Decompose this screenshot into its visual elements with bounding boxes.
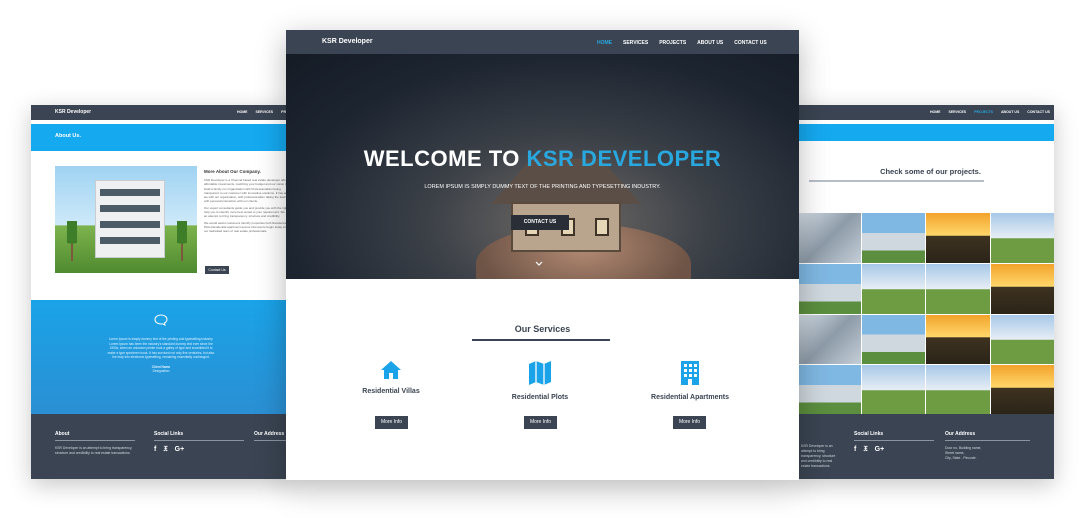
mockup-stage: KSR Developer HOME SERVICES PROJ About U… <box>0 0 1091 518</box>
about-paragraph: We would assist customers identify prope… <box>204 220 289 234</box>
twitter-icon[interactable]: 𝔛 <box>863 446 867 454</box>
hero-title: WELCOME TO KSR DEVELOPER <box>286 146 799 172</box>
project-thumbnail[interactable] <box>990 263 1054 314</box>
navbar: KSR Developer HOME SERVICES PROJ <box>31 105 291 120</box>
service-card-villas: Residential Villas <box>331 360 451 395</box>
project-thumbnail[interactable] <box>861 263 925 314</box>
map-icon <box>529 361 551 385</box>
nav-item-services[interactable]: SERVICES <box>256 110 274 114</box>
page-title-band: About Us. <box>31 124 291 151</box>
projects-gallery <box>797 213 1054 415</box>
footer-about-text: KSR Developer is an attempt to bring tra… <box>801 444 836 468</box>
nav-menu: HOME SERVICES PROJ <box>237 110 291 114</box>
facebook-icon[interactable]: f <box>154 446 156 454</box>
project-thumbnail[interactable] <box>926 365 990 415</box>
about-heading: More About Our Company. <box>204 169 261 174</box>
projects-heading: Check some of our projects. <box>880 167 981 176</box>
page-title-band <box>797 124 1054 141</box>
hero-title-brand: KSR DEVELOPER <box>526 146 722 171</box>
nav-item-about[interactable]: ABOUT US <box>697 40 723 46</box>
hero-title-prefix: WELCOME TO <box>363 146 527 171</box>
service-card-plots: Residential Plots <box>480 360 600 401</box>
building-icon <box>681 361 699 385</box>
navbar: HOME SERVICES PROJECTS ABOUT US CONTACT … <box>797 105 1054 120</box>
about-paragraph: Our expert consultants guide you and pro… <box>204 205 291 219</box>
address-line: City, State - Pincode. <box>945 456 977 460</box>
nav-item-about[interactable]: ABOUT US <box>1001 110 1019 114</box>
nav-item-projects[interactable]: PROJECTS <box>659 40 686 46</box>
service-label: Residential Villas <box>362 388 420 395</box>
more-info-button[interactable]: More Info <box>375 416 408 429</box>
home-icon <box>381 361 401 379</box>
heading-divider <box>472 339 610 341</box>
project-thumbnail[interactable] <box>797 213 861 263</box>
nav-item-services[interactable]: SERVICES <box>623 40 648 46</box>
nav-item-projects[interactable]: PROJECTS <box>974 110 993 114</box>
footer-social-title: Social Links <box>154 431 244 441</box>
project-thumbnail[interactable] <box>797 314 861 365</box>
hero-contact-button[interactable]: CONTACT US <box>511 215 569 230</box>
facebook-icon[interactable]: f <box>854 446 856 454</box>
footer-social: Social Links f 𝔛 G+ <box>854 431 934 454</box>
nav-item-contact[interactable]: CONTACT US <box>1027 110 1050 114</box>
nav-menu: HOME SERVICES PROJECTS ABOUT US CONTACT … <box>930 110 1050 114</box>
nav-item-home[interactable]: HOME <box>237 110 248 114</box>
project-thumbnail[interactable] <box>990 365 1054 415</box>
nav-menu: HOME SERVICES PROJECTS ABOUT US CONTACT … <box>597 40 767 46</box>
footer: About KSR Developer is an attempt to bri… <box>31 414 291 479</box>
google-plus-icon[interactable]: G+ <box>175 446 185 454</box>
nav-item-home[interactable]: HOME <box>930 110 941 114</box>
chevron-down-icon[interactable] <box>535 261 543 267</box>
project-thumbnail[interactable] <box>861 314 925 365</box>
more-info-button[interactable]: More Info <box>673 416 706 429</box>
nav-item-home[interactable]: HOME <box>597 40 612 46</box>
footer-address-title: Our Address <box>945 431 1030 441</box>
about-text-block: More About Our Company. KSR Developer is… <box>204 169 291 236</box>
about-page-screenshot: KSR Developer HOME SERVICES PROJ About U… <box>31 105 291 479</box>
footer-social-title: Social Links <box>854 431 934 441</box>
twitter-icon[interactable]: 𝔛 <box>163 446 167 454</box>
brand-logo[interactable]: KSR Developer <box>55 109 91 115</box>
contact-us-button[interactable]: Contact Us <box>205 266 229 274</box>
service-label: Residential Plots <box>511 394 569 401</box>
client-designation: Designation <box>152 369 170 373</box>
project-thumbnail[interactable] <box>797 263 861 314</box>
home-page-screenshot: KSR Developer HOME SERVICES PROJECTS ABO… <box>286 30 799 480</box>
project-thumbnail[interactable] <box>797 365 861 415</box>
footer-social: Social Links f 𝔛 G+ <box>154 431 244 454</box>
about-paragraph: KSR Developer is a Chennai based real es… <box>204 178 291 204</box>
footer: KSR Developer is an attempt to bring tra… <box>797 414 1054 479</box>
page-title: About Us. <box>55 133 81 139</box>
project-thumbnail[interactable] <box>926 213 990 263</box>
project-thumbnail[interactable] <box>990 213 1054 263</box>
nav-item-services[interactable]: SERVICES <box>949 110 967 114</box>
testimonial-text: Lorem Ipsum is simply dummy text of the … <box>107 337 215 359</box>
service-card-apartments: Residential Apartments <box>630 360 750 401</box>
heading-divider <box>809 180 984 182</box>
project-thumbnail[interactable] <box>861 365 925 415</box>
footer-address: Our Address Door no, Building name, Stre… <box>945 431 1030 461</box>
speech-bubble-icon <box>154 314 168 326</box>
hero-subtitle: LOREM IPSUM IS SIMPLY DUMMY TEXT OF THE … <box>424 184 661 190</box>
project-thumbnail[interactable] <box>926 314 990 365</box>
navbar: KSR Developer HOME SERVICES PROJECTS ABO… <box>286 30 799 54</box>
project-thumbnail[interactable] <box>861 213 925 263</box>
company-building-image <box>55 166 197 273</box>
testimonial-section: Lorem Ipsum is simply dummy text of the … <box>31 300 291 415</box>
hero-banner: WELCOME TO KSR DEVELOPER LOREM IPSUM IS … <box>286 54 799 279</box>
footer-about: KSR Developer is an attempt to bring tra… <box>801 444 841 469</box>
brand-logo[interactable]: KSR Developer <box>322 38 373 45</box>
footer-about: About KSR Developer is an attempt to bri… <box>55 431 135 456</box>
google-plus-icon[interactable]: G+ <box>875 446 885 454</box>
service-label: Residential Apartments <box>651 394 729 401</box>
projects-page-screenshot: HOME SERVICES PROJECTS ABOUT US CONTACT … <box>797 105 1054 479</box>
services-heading: Our Services <box>514 324 571 334</box>
footer-about-text: KSR Developer is an attempt to bring tra… <box>55 446 133 455</box>
project-thumbnail[interactable] <box>926 263 990 314</box>
footer-about-title: About <box>55 431 135 441</box>
nav-item-contact[interactable]: CONTACT US <box>734 40 766 46</box>
project-thumbnail[interactable] <box>990 314 1054 365</box>
more-info-button[interactable]: More Info <box>524 416 557 429</box>
